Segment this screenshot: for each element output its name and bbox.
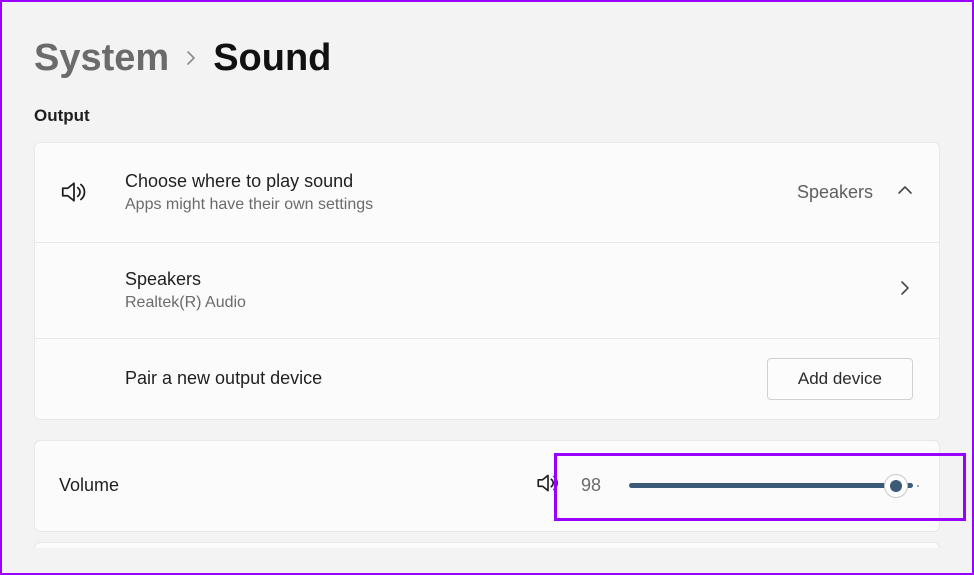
pair-device-title: Pair a new output device [125, 368, 322, 389]
volume-slider[interactable] [629, 475, 913, 497]
output-choose-title: Choose where to play sound [125, 171, 373, 192]
output-device-group: Choose where to play sound Apps might ha… [34, 142, 940, 420]
output-choose-subtitle: Apps might have their own settings [125, 196, 373, 214]
section-heading: Output [34, 106, 940, 126]
speaker-icon[interactable] [535, 470, 561, 501]
output-choose-row[interactable]: Choose where to play sound Apps might ha… [35, 143, 939, 243]
next-card-partial [34, 542, 940, 548]
breadcrumb-parent[interactable]: System [34, 38, 169, 80]
volume-value: 98 [581, 475, 609, 496]
chevron-right-icon [183, 43, 199, 72]
volume-label: Volume [59, 475, 119, 496]
output-selected-device: Speakers [797, 182, 873, 203]
add-device-button[interactable]: Add device [767, 358, 913, 400]
volume-row: Volume 98 [34, 440, 940, 532]
device-driver: Realtek(R) Audio [125, 294, 246, 312]
breadcrumb-current: Sound [213, 38, 331, 80]
volume-slider-thumb[interactable] [884, 474, 908, 498]
pair-device-row: Pair a new output device Add device [35, 339, 939, 419]
chevron-right-icon[interactable] [897, 280, 913, 301]
speaker-icon [59, 177, 99, 207]
chevron-up-icon[interactable] [897, 182, 913, 203]
breadcrumb: System Sound [34, 38, 940, 80]
device-name: Speakers [125, 269, 246, 290]
output-device-item-speakers[interactable]: Speakers Realtek(R) Audio [35, 243, 939, 339]
